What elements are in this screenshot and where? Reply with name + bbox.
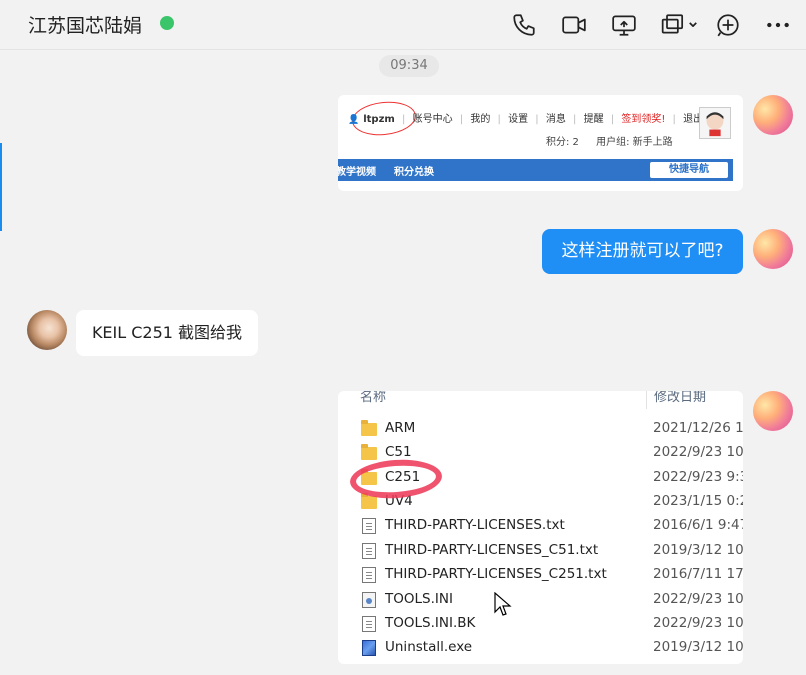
phone-icon[interactable] — [509, 10, 539, 40]
site-user-bar: 👤 ltpzm | 账号中心 | 我的 | 设置 | 消息 | 提醒 | 签到领奖… — [348, 114, 704, 125]
file-row: THIRD-PARTY-LICENSES_C51.txt 2019/3/12 1… — [338, 539, 743, 563]
received-message-bubble[interactable]: KEIL C251 截图给我 — [76, 310, 258, 356]
site-nav-item: 教学视频 — [338, 167, 376, 178]
site-points: 积分: 2 — [546, 137, 579, 148]
more-icon[interactable] — [763, 10, 793, 40]
site-user-info: 积分: 2 用户组: 新手上路 — [546, 133, 687, 148]
file-date: 2022/9/23 10: — [653, 615, 743, 631]
site-link-reminders: 提醒 — [583, 114, 604, 125]
file-date: 2019/3/12 10: — [653, 639, 743, 655]
file-row: THIRD-PARTY-LICENSES.txt 2016/6/1 9:47 — [338, 514, 743, 538]
blank-file-icon — [362, 616, 376, 632]
file-name: Uninstall.exe — [385, 639, 473, 655]
file-row: TOOLS.INI.BK 2022/9/23 10: — [338, 612, 743, 636]
file-name: THIRD-PARTY-LICENSES_C251.txt — [385, 566, 607, 582]
file-date: 2016/6/1 9:47 — [653, 517, 743, 533]
file-name: C51 — [385, 444, 412, 460]
file-name: TOOLS.INI.BK — [385, 615, 476, 631]
file-row: THIRD-PARTY-LICENSES_C251.txt 2016/7/11 … — [338, 563, 743, 587]
file-date: 2021/12/26 15 — [653, 420, 743, 436]
file-row: TOOLS.INI 2022/9/23 10: — [338, 588, 743, 612]
scroll-indicator — [0, 143, 2, 231]
site-link-my: 我的 — [470, 114, 491, 125]
folder-icon — [361, 444, 377, 460]
site-link-checkin: 签到领奖! — [621, 114, 666, 125]
file-date: 2022/9/23 9:3 — [653, 469, 743, 485]
user-icon: 👤 — [348, 115, 360, 125]
text-file-icon — [362, 567, 376, 583]
text-file-icon — [362, 518, 376, 534]
column-date: 修改日期 — [654, 391, 707, 405]
my-avatar[interactable] — [753, 229, 793, 269]
site-username: ltpzm — [363, 114, 395, 125]
site-nav-item: 积分兑换 — [394, 167, 434, 178]
online-status-icon — [160, 16, 174, 30]
file-date: 2022/9/23 10: — [653, 591, 743, 607]
file-name: THIRD-PARTY-LICENSES_C51.txt — [385, 542, 599, 558]
exe-icon — [362, 640, 376, 656]
column-name: 名称 — [360, 391, 387, 405]
site-navbar: 教学视频 积分兑换 快捷导航 — [338, 159, 733, 181]
screen-share-icon[interactable] — [609, 10, 639, 40]
file-date: 2016/7/11 17: — [653, 566, 743, 582]
video-icon[interactable] — [559, 10, 589, 40]
chat-header: 江苏国芯陆娟 — [0, 0, 806, 50]
message-timestamp: 09:34 — [379, 55, 439, 77]
file-name: THIRD-PARTY-LICENSES.txt — [385, 517, 565, 533]
site-link-messages: 消息 — [545, 114, 566, 125]
sent-message-bubble[interactable]: 这样注册就可以了吧? — [542, 229, 743, 274]
contact-name[interactable]: 江苏国芯陆娟 — [28, 11, 142, 38]
site-profile-avatar — [699, 107, 731, 139]
my-avatar[interactable] — [753, 95, 793, 135]
site-quick-nav: 快捷导航 — [650, 162, 728, 178]
file-date: 2023/1/15 0:2 — [653, 493, 743, 509]
site-link-settings: 设置 — [508, 114, 529, 125]
file-date: 2019/3/12 10: — [653, 542, 743, 558]
image-message-website[interactable]: 👤 ltpzm | 账号中心 | 我的 | 设置 | 消息 | 提醒 | 签到领奖… — [338, 95, 743, 191]
column-separator — [646, 391, 647, 409]
contact-avatar[interactable] — [27, 310, 67, 350]
my-avatar[interactable] — [753, 391, 793, 431]
folder-icon — [361, 420, 377, 436]
folder-icon — [361, 493, 377, 509]
site-link-account: 账号中心 — [412, 114, 453, 125]
settings-file-icon — [362, 592, 376, 608]
file-row: ARM 2021/12/26 15 — [338, 417, 743, 441]
add-icon[interactable] — [713, 10, 743, 40]
file-row: Uninstall.exe 2019/3/12 10: — [338, 636, 743, 660]
mouse-cursor-icon — [494, 592, 512, 616]
site-user-group: 用户组: 新手上路 — [596, 137, 673, 148]
explorer-column-header: 名称 修改日期 — [338, 391, 743, 409]
text-file-icon — [362, 543, 376, 559]
file-date: 2022/9/23 10: — [653, 444, 743, 460]
file-name: ARM — [385, 420, 416, 436]
image-message-file-explorer[interactable]: 名称 修改日期 ARM 2021/12/26 15 C51 2022/9/23 … — [338, 391, 743, 664]
file-name: TOOLS.INI — [385, 591, 453, 607]
remote-assist-icon[interactable] — [657, 10, 703, 40]
